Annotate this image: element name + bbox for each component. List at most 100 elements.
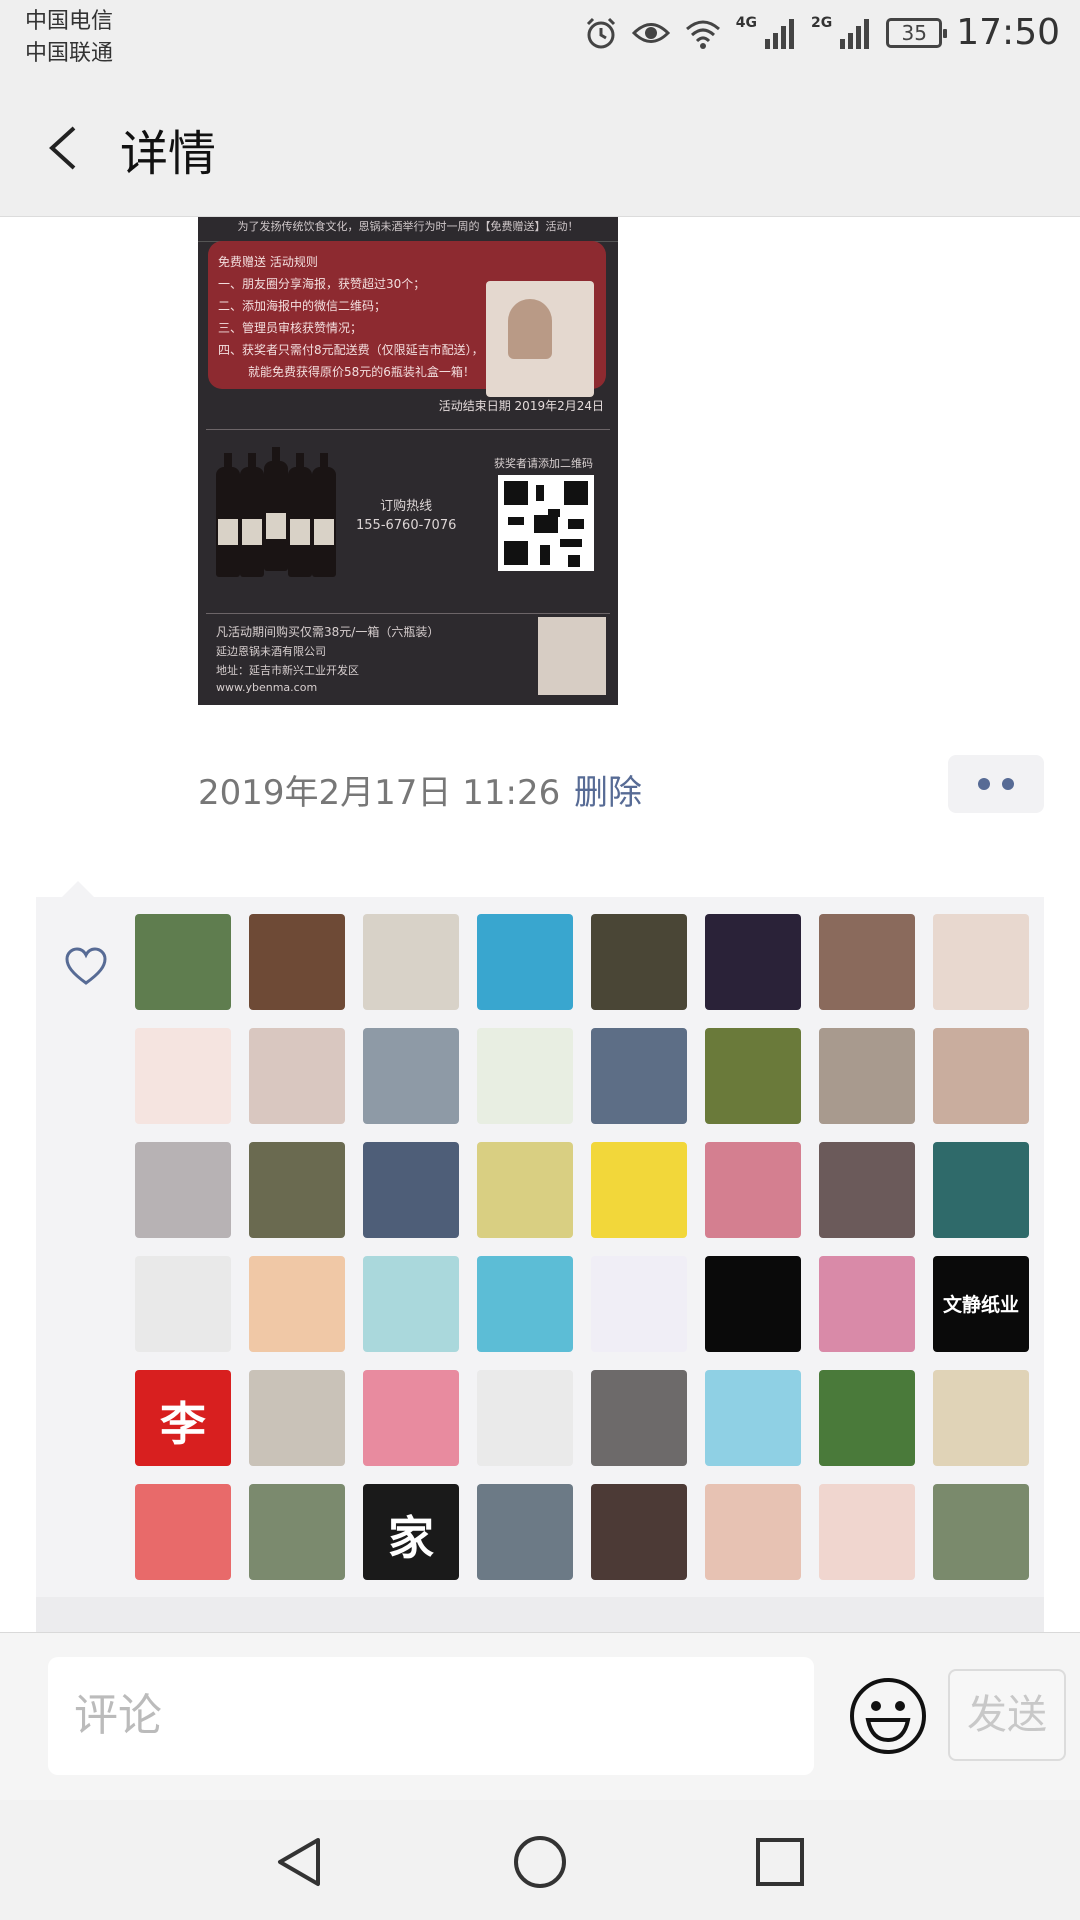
liker-avatar[interactable] <box>363 1256 459 1352</box>
liker-avatar[interactable] <box>591 1484 687 1580</box>
liker-avatar[interactable] <box>933 1028 1029 1124</box>
post-image[interactable]: 为了发扬传统饮食文化，恩锅未酒举行为时一周的【免费赠送】活动！ 免费赠送 活动规… <box>198 217 618 705</box>
battery-indicator: 35 <box>886 17 948 48</box>
liker-avatar[interactable] <box>819 1256 915 1352</box>
circle-home-icon[interactable] <box>510 1832 570 1892</box>
square-recents-icon[interactable] <box>750 1832 810 1892</box>
carrier-2: 中国联通 <box>25 41 114 66</box>
liker-avatar[interactable] <box>705 914 801 1010</box>
liker-avatar[interactable] <box>135 1142 231 1238</box>
delete-link[interactable]: 删除 <box>574 765 642 814</box>
clock: 17:50 <box>956 12 1060 53</box>
liker-avatar[interactable] <box>477 1256 573 1352</box>
liker-avatar[interactable]: 文静纸业 <box>933 1256 1029 1352</box>
poster-rule: 三、管理员审核获赞情况； <box>218 321 363 335</box>
liker-avatar[interactable] <box>249 1142 345 1238</box>
poster-footer-line: 延边恩锅未酒有限公司 <box>216 645 326 658</box>
poster-rule: 四、获奖者只需付8元配送费（仅限延吉市配送）， <box>218 343 484 357</box>
send-button[interactable]: 发送 <box>948 1669 1066 1761</box>
liker-avatar[interactable] <box>135 914 231 1010</box>
beer-bottle-image <box>240 453 264 577</box>
poster-rule: 就能免费获得原价58元的6瓶装礼盒一箱！ <box>248 365 475 379</box>
beer-bottle-image <box>264 447 288 571</box>
qr-label: 获奖者请添加二维码 <box>494 457 593 470</box>
liker-avatar[interactable] <box>933 1370 1029 1466</box>
poster-footer-line: 凡活动期间购买仅需38元/一箱（六瓶装） <box>216 625 440 639</box>
liker-avatar[interactable] <box>705 1028 801 1124</box>
title-bar: 详情 <box>0 80 1080 217</box>
liker-avatar[interactable] <box>819 1484 915 1580</box>
post-timestamp: 2019年2月17日 11:26 <box>198 773 561 813</box>
liker-avatar[interactable] <box>477 1370 573 1466</box>
liker-avatar[interactable] <box>933 1142 1029 1238</box>
qr-code-image <box>498 475 594 571</box>
liker-avatar[interactable] <box>819 914 915 1010</box>
poster-divider <box>206 429 610 430</box>
liker-avatar[interactable] <box>363 1028 459 1124</box>
moment-detail: 为了发扬传统饮食文化，恩锅未酒举行为时一周的【免费赠送】活动！ 免费赠送 活动规… <box>0 217 1080 1632</box>
more-dots-icon[interactable] <box>948 755 1044 813</box>
triangle-back-icon[interactable] <box>270 1832 330 1892</box>
avatar-text: 李 <box>160 1397 206 1451</box>
comment-bar: 评论 发送 <box>0 1632 1080 1801</box>
avatar-text: 文静纸业 <box>942 1294 1019 1316</box>
liker-avatar[interactable] <box>705 1142 801 1238</box>
likes-panel: 文静纸业李家 <box>36 897 1044 1632</box>
liker-avatar[interactable]: 家 <box>363 1484 459 1580</box>
liker-avatar[interactable] <box>249 1484 345 1580</box>
wifi-icon <box>685 20 720 49</box>
liker-avatar[interactable] <box>477 1142 573 1238</box>
chevron-left-icon[interactable] <box>38 118 98 178</box>
liker-avatar[interactable] <box>591 1142 687 1238</box>
liker-avatar[interactable] <box>135 1256 231 1352</box>
eye-icon <box>631 22 670 43</box>
liker-avatar[interactable] <box>819 1028 915 1124</box>
liker-avatar[interactable] <box>819 1142 915 1238</box>
liker-avatar[interactable] <box>477 1028 573 1124</box>
beer-bottle-image <box>288 453 312 577</box>
signal-1-icon <box>765 18 795 49</box>
beer-bottle-image <box>216 453 240 577</box>
liker-avatar[interactable] <box>819 1370 915 1466</box>
liker-avatar[interactable] <box>591 1370 687 1466</box>
liker-avatar[interactable] <box>363 1370 459 1466</box>
hotline-label: 订购热线 <box>380 499 433 514</box>
network-1-label: 4G <box>735 14 758 31</box>
carrier-1: 中国电信 <box>25 9 114 34</box>
status-icons: 4G 2G 35 17:50 <box>584 12 1060 53</box>
liker-avatar[interactable] <box>933 914 1029 1010</box>
liker-avatar[interactable]: 李 <box>135 1370 231 1466</box>
liker-avatar[interactable] <box>249 1256 345 1352</box>
page-title: 详情 <box>120 126 217 182</box>
comment-row-partial <box>36 1597 1044 1632</box>
beer-bottle-image <box>312 453 336 577</box>
poster-footer-line: 地址：延吉市新兴工业开发区 <box>216 664 359 677</box>
liker-avatar[interactable] <box>591 914 687 1010</box>
liker-avatar[interactable] <box>477 1484 573 1580</box>
poster-rule: 一、朋友圈分享海报，获赞超过30个； <box>218 277 426 291</box>
poster-end-date: 活动结束日期 2019年2月24日 <box>438 399 604 413</box>
gift-box-image <box>538 617 606 695</box>
liker-avatar[interactable] <box>249 1028 345 1124</box>
liker-avatar[interactable] <box>363 914 459 1010</box>
comment-input[interactable]: 评论 <box>48 1657 814 1775</box>
liker-avatar[interactable] <box>933 1484 1029 1580</box>
liker-avatar[interactable] <box>363 1142 459 1238</box>
liker-avatar[interactable] <box>135 1028 231 1124</box>
liker-avatar[interactable] <box>705 1256 801 1352</box>
poster-top-line: 为了发扬传统饮食文化，恩锅未酒举行为时一周的【免费赠送】活动！ <box>198 217 618 242</box>
smiley-icon[interactable] <box>848 1676 928 1756</box>
heart-icon <box>65 947 107 985</box>
carrier-labels: 中国电信 中国联通 <box>25 6 113 70</box>
liker-avatar[interactable] <box>591 1256 687 1352</box>
liker-avatar[interactable] <box>705 1370 801 1466</box>
poster-footer-line: www.ybenma.com <box>216 681 318 694</box>
gift-box-image <box>486 281 594 397</box>
liker-avatar[interactable] <box>249 1370 345 1466</box>
liker-avatar[interactable] <box>477 914 573 1010</box>
liker-avatar[interactable] <box>249 914 345 1010</box>
liker-avatar[interactable] <box>135 1484 231 1580</box>
hotline-number: 155-6760-7076 <box>356 518 457 533</box>
liker-avatar[interactable] <box>591 1028 687 1124</box>
liker-avatar[interactable] <box>705 1484 801 1580</box>
